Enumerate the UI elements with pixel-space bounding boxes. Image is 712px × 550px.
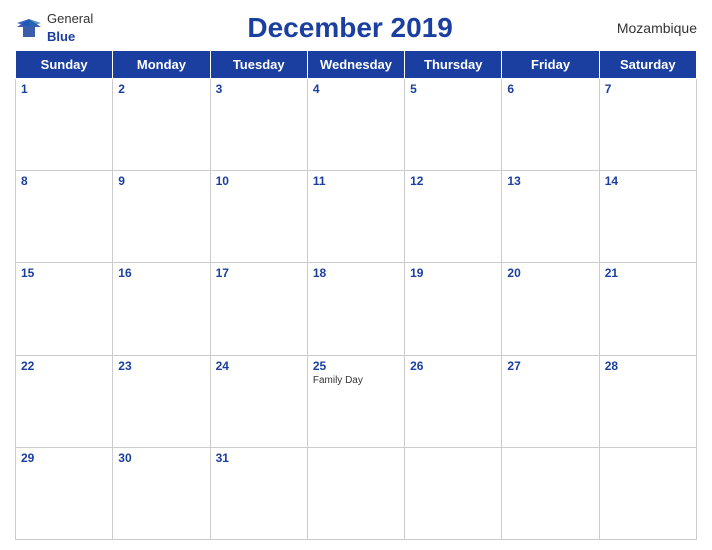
week-row-5: 29 30 31 [16,447,697,539]
calendar-cell: 21 [599,263,696,355]
calendar-title: December 2019 [93,12,607,44]
day-number: 27 [507,359,593,373]
calendar-cell: 25 Family Day [307,355,404,447]
calendar-cell: 20 [502,263,599,355]
week-row-4: 22 23 24 25 Family Day 26 27 28 [16,355,697,447]
calendar-cell: 17 [210,263,307,355]
calendar-cell: 24 [210,355,307,447]
event-label: Family Day [313,375,399,386]
logo-blue-text: Blue [47,29,75,44]
weekday-header-tuesday: Tuesday [210,51,307,79]
calendar-cell [599,447,696,539]
day-number: 9 [118,174,204,188]
day-number: 5 [410,82,496,96]
day-number: 21 [605,266,691,280]
week-row-3: 15 16 17 18 19 20 21 [16,263,697,355]
calendar-cell: 31 [210,447,307,539]
calendar-cell: 23 [113,355,210,447]
country-label: Mozambique [607,20,697,36]
calendar-cell [502,447,599,539]
calendar-cell: 27 [502,355,599,447]
calendar-cell: 28 [599,355,696,447]
calendar-cell [307,447,404,539]
day-number: 30 [118,451,204,465]
day-number: 26 [410,359,496,373]
weekday-header-row: SundayMondayTuesdayWednesdayThursdayFrid… [16,51,697,79]
day-number: 13 [507,174,593,188]
day-number: 25 [313,359,399,373]
day-number: 2 [118,82,204,96]
logo: General Blue [15,10,93,46]
day-number: 24 [216,359,302,373]
day-number: 4 [313,82,399,96]
day-number: 29 [21,451,107,465]
day-number: 17 [216,266,302,280]
day-number: 31 [216,451,302,465]
calendar-header: General Blue December 2019 Mozambique [15,10,697,46]
calendar-cell: 13 [502,171,599,263]
day-number: 12 [410,174,496,188]
day-number: 7 [605,82,691,96]
calendar-cell: 3 [210,79,307,171]
calendar-cell: 1 [16,79,113,171]
day-number: 28 [605,359,691,373]
calendar-cell: 26 [405,355,502,447]
weekday-header-sunday: Sunday [16,51,113,79]
calendar-cell: 7 [599,79,696,171]
day-number: 19 [410,266,496,280]
logo-bird-icon [15,17,43,39]
calendar-cell: 6 [502,79,599,171]
day-number: 6 [507,82,593,96]
weekday-header-friday: Friday [502,51,599,79]
day-number: 14 [605,174,691,188]
calendar-cell: 16 [113,263,210,355]
calendar-cell: 4 [307,79,404,171]
calendar-cell: 12 [405,171,502,263]
calendar-cell: 9 [113,171,210,263]
week-row-2: 89 10 11 12 13 14 [16,171,697,263]
day-number: 22 [21,359,107,373]
day-number: 1 [21,82,107,96]
day-number: 3 [216,82,302,96]
weekday-header-saturday: Saturday [599,51,696,79]
calendar-cell: 30 [113,447,210,539]
day-number: 15 [21,266,107,280]
calendar-cell: 19 [405,263,502,355]
calendar-cell: 22 [16,355,113,447]
calendar-table: SundayMondayTuesdayWednesdayThursdayFrid… [15,50,697,540]
calendar-cell: 8 [16,171,113,263]
day-number: 20 [507,266,593,280]
calendar-cell: 18 [307,263,404,355]
calendar-cell: 15 [16,263,113,355]
weekday-header-monday: Monday [113,51,210,79]
calendar-cell: 14 [599,171,696,263]
day-number: 16 [118,266,204,280]
day-number: 10 [216,174,302,188]
weekday-header-thursday: Thursday [405,51,502,79]
day-number: 8 [21,174,107,188]
week-row-1: 1234567 [16,79,697,171]
calendar-cell: 2 [113,79,210,171]
calendar-cell: 5 [405,79,502,171]
calendar-cell [405,447,502,539]
calendar-cell: 10 [210,171,307,263]
logo-general-text: General [47,11,93,26]
weekday-header-wednesday: Wednesday [307,51,404,79]
calendar-cell: 11 [307,171,404,263]
calendar-cell: 29 [16,447,113,539]
day-number: 18 [313,266,399,280]
day-number: 11 [313,174,399,188]
day-number: 23 [118,359,204,373]
